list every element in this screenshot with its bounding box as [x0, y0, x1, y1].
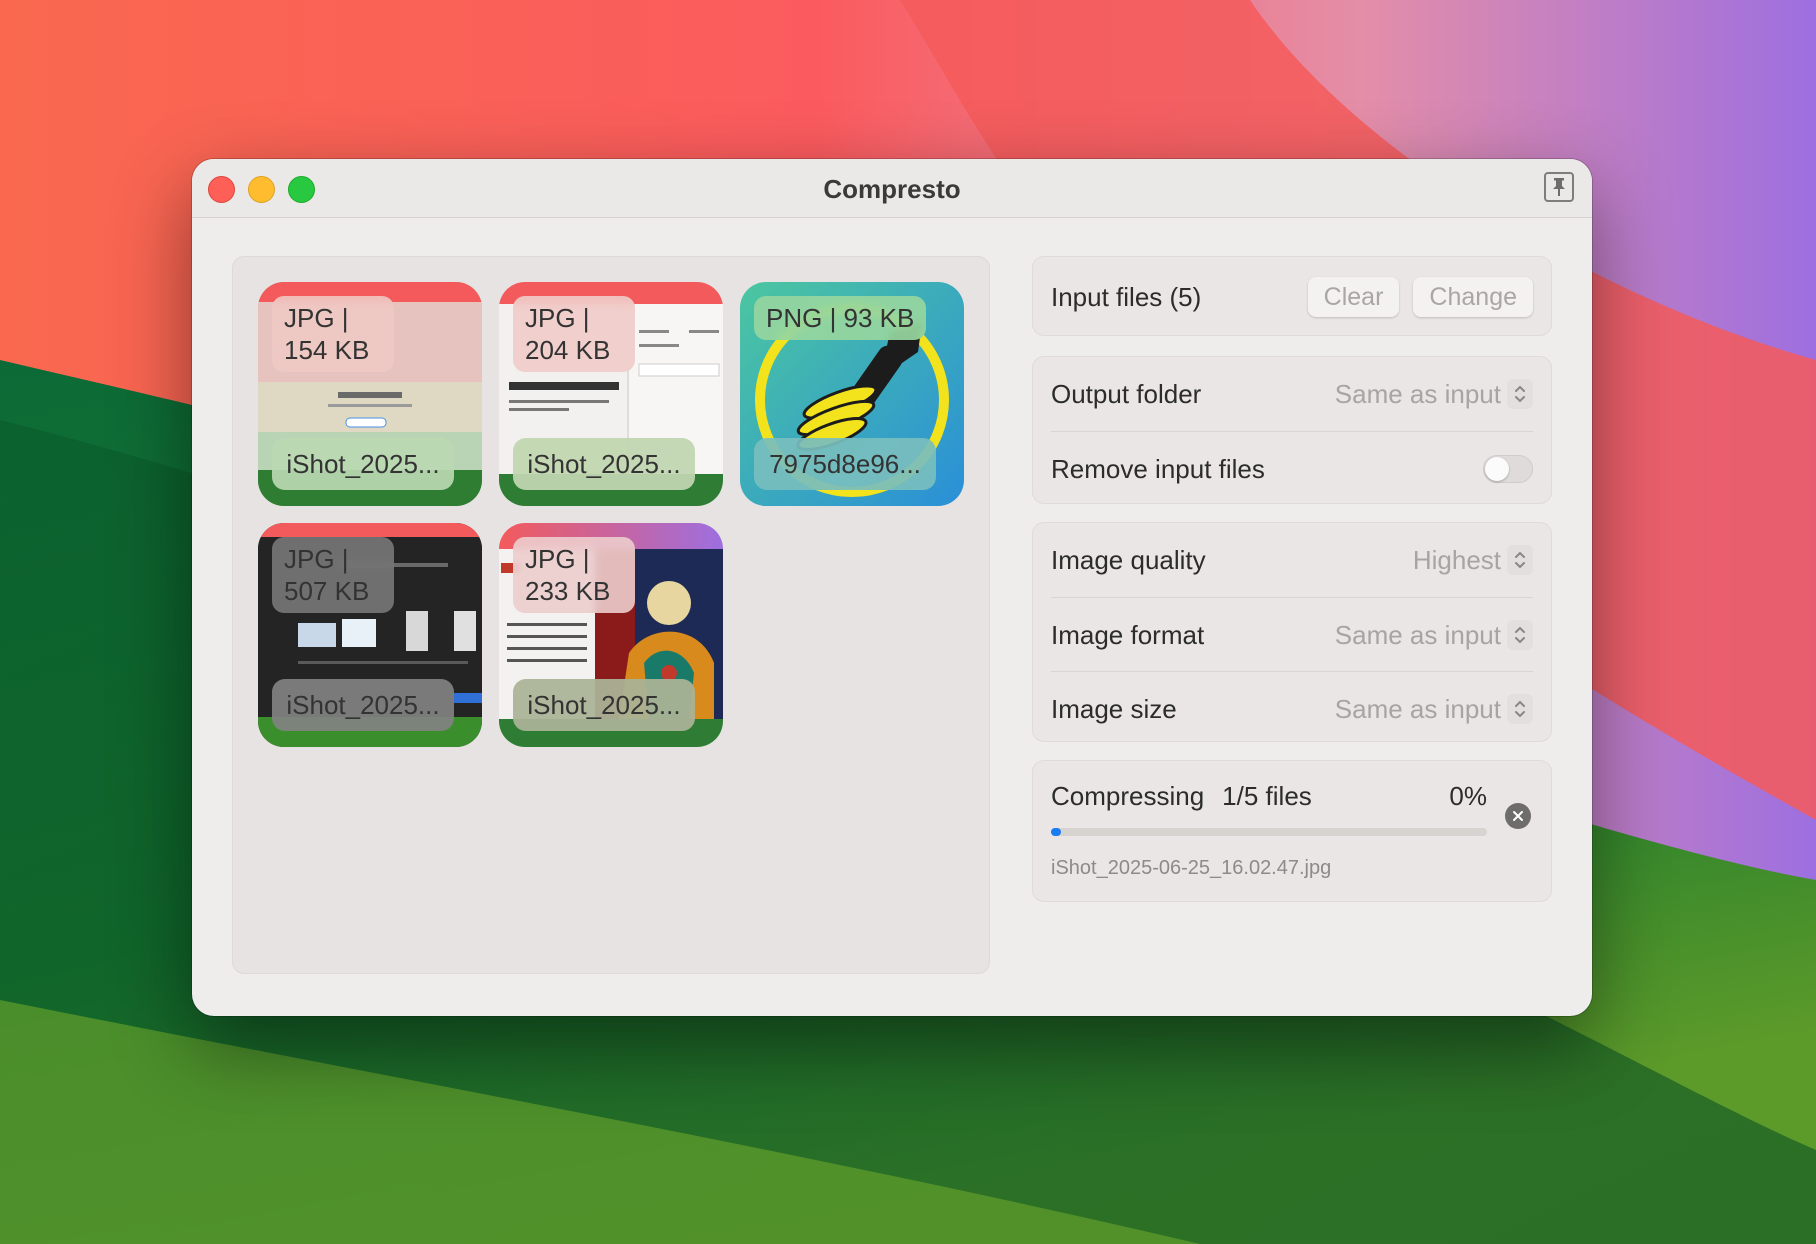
output-folder-label: Output folder	[1051, 378, 1202, 409]
input-files-card: Input files (5) Clear Change	[1032, 256, 1552, 336]
image-size-value: Same as input	[1334, 693, 1501, 724]
window-title: Compresto	[823, 174, 961, 204]
chevron-up-down-icon	[1507, 694, 1533, 724]
pin-window-button[interactable]	[1544, 172, 1574, 202]
file-name-label: iShot_2025...	[272, 679, 454, 731]
progress-card: Compressing 1/5 files 0% iShot_2025-06-2…	[1032, 760, 1552, 902]
progress-files-count: 1/5 files	[1222, 781, 1312, 811]
thumbnail-5[interactable]: JPG | 233 KB iShot_2025...	[499, 523, 723, 747]
thumbnail-2[interactable]: JPG | 204 KB iShot_2025...	[499, 282, 723, 506]
image-format-value: Same as input	[1334, 619, 1501, 650]
file-name-label: iShot_2025...	[513, 438, 695, 490]
output-folder-value: Same as input	[1334, 378, 1501, 409]
progress-header: Compressing 1/5 files 0%	[1051, 781, 1487, 812]
chevron-up-down-icon	[1507, 379, 1533, 409]
remove-input-files-label: Remove input files	[1051, 453, 1265, 484]
cancel-compression-button[interactable]	[1505, 803, 1531, 829]
file-name-label: iShot_2025...	[513, 679, 695, 731]
image-settings-card: Image quality Highest Image format Same …	[1032, 522, 1552, 742]
toggle-knob	[1485, 457, 1509, 481]
progress-bar-fill	[1051, 828, 1061, 836]
image-size-popup[interactable]: Same as input	[1335, 694, 1533, 725]
file-info-badge: JPG | 154 KB	[272, 296, 394, 372]
app-window: Compresto JPG | 154 KB iShot_2025... JPG…	[192, 159, 1592, 1016]
output-folder-popup[interactable]: Same as input	[1335, 379, 1533, 410]
output-card: Output folder Same as input Remove input…	[1032, 356, 1552, 504]
file-info-badge: JPG | 204 KB	[513, 296, 635, 372]
file-info-badge: JPG | 507 KB	[272, 537, 394, 613]
thumbnail-4[interactable]: JPG | 507 KB iShot_2025...	[258, 523, 482, 747]
image-format-popup[interactable]: Same as input	[1335, 620, 1533, 651]
progress-percent: 0%	[1449, 781, 1487, 811]
image-quality-label: Image quality	[1051, 544, 1206, 575]
title-bar: Compresto	[192, 159, 1592, 218]
thumbnail-1[interactable]: JPG | 154 KB iShot_2025...	[258, 282, 482, 506]
image-format-label: Image format	[1051, 619, 1205, 650]
file-drop-area[interactable]: JPG | 154 KB iShot_2025... JPG | 204 KB …	[232, 256, 990, 974]
chevron-up-down-icon	[1507, 545, 1533, 575]
pin-icon	[1553, 178, 1565, 196]
image-quality-value: Highest	[1412, 544, 1501, 575]
remove-input-files-toggle[interactable]	[1483, 455, 1533, 483]
current-file-name: iShot_2025-06-25_16.02.47.jpg	[1051, 857, 1332, 879]
image-quality-popup[interactable]: Highest	[1413, 545, 1533, 576]
input-files-label: Input files (5)	[1051, 281, 1202, 312]
thumbnail-3[interactable]: PNG | 93 KB 7975d8e96...	[740, 282, 964, 506]
clear-button[interactable]: Clear	[1307, 277, 1400, 317]
file-name-label: 7975d8e96...	[754, 438, 936, 490]
xmark-circle-icon	[1513, 811, 1523, 821]
file-info-badge: JPG | 233 KB	[513, 537, 635, 613]
file-info-badge: PNG | 93 KB	[754, 296, 927, 340]
image-size-label: Image size	[1051, 693, 1177, 724]
file-name-label: iShot_2025...	[272, 438, 454, 490]
chevron-up-down-icon	[1507, 620, 1533, 650]
change-button[interactable]: Change	[1413, 277, 1533, 317]
progress-bar	[1051, 828, 1487, 836]
progress-status-label: Compressing	[1051, 781, 1205, 811]
